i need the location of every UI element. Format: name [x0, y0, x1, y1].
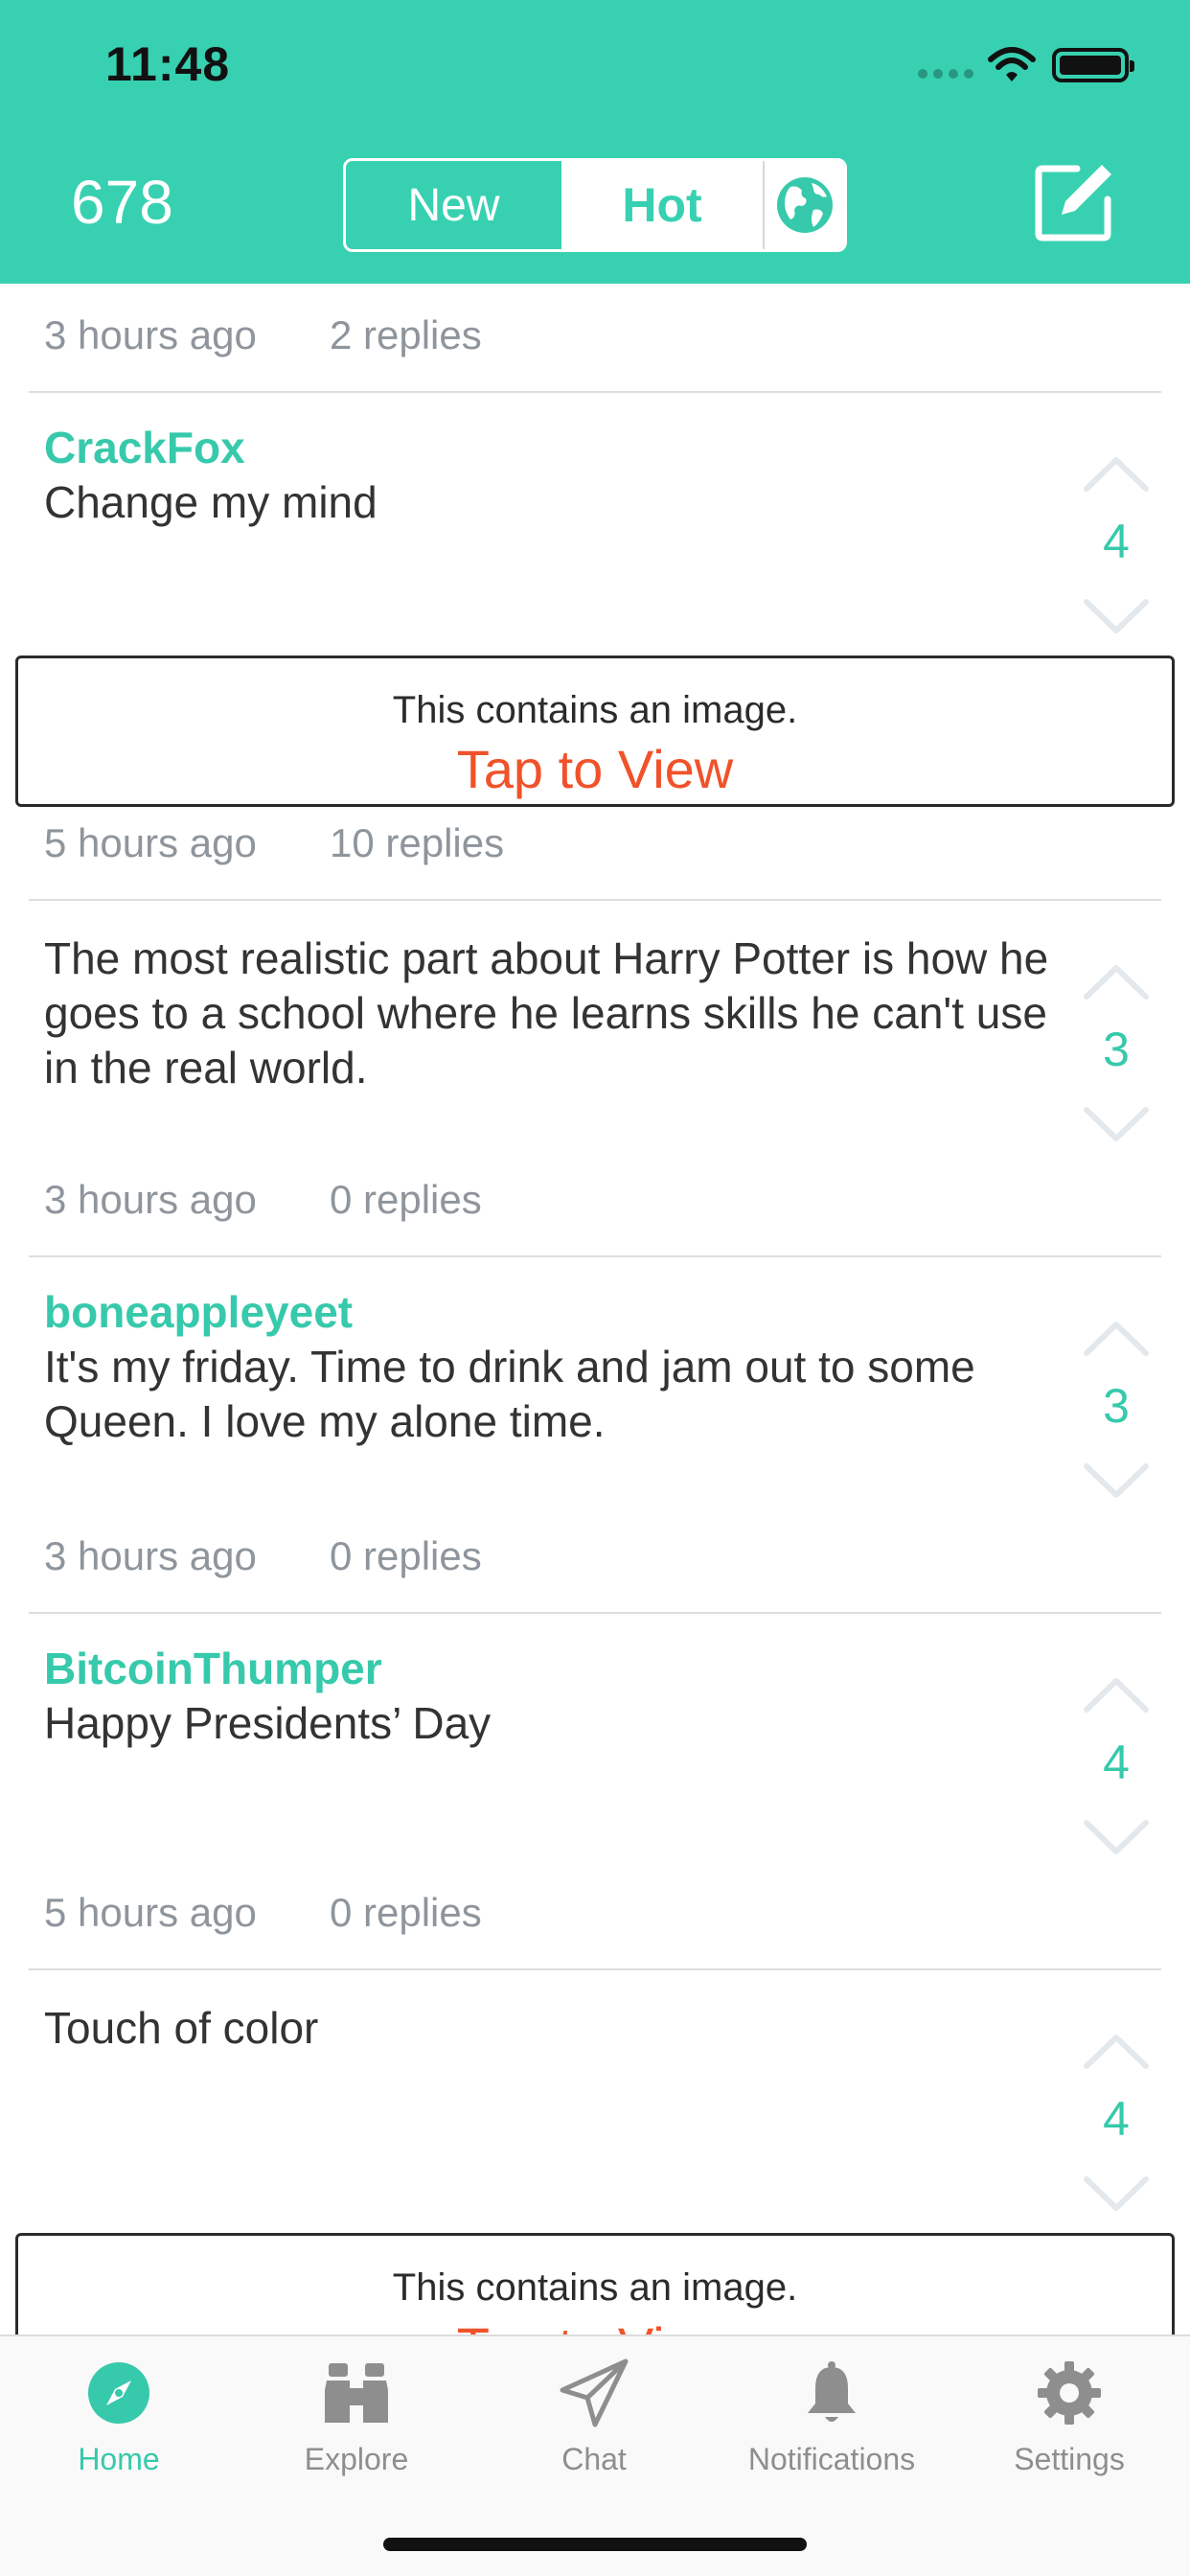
karma-score: 678: [71, 168, 173, 237]
cellular-signal-icon: [918, 69, 973, 79]
divider: [29, 1612, 1161, 1614]
globe-button[interactable]: [763, 161, 844, 249]
tab-new[interactable]: New: [346, 161, 561, 249]
divider: [29, 1255, 1161, 1257]
vote-count: 3: [1103, 1023, 1130, 1076]
binoculars-icon: [325, 2363, 388, 2423]
tab-label: Settings: [1014, 2442, 1125, 2476]
vote-control: 3: [1073, 962, 1159, 1144]
post-replies[interactable]: 2 replies: [330, 312, 482, 357]
gear-icon: [1038, 2361, 1101, 2425]
post-time: 3 hours ago: [44, 312, 257, 357]
post-meta: 5 hours ago 0 replies: [44, 1890, 482, 1936]
tab-label: Notifications: [747, 2442, 916, 2476]
downvote-icon[interactable]: [1083, 1106, 1150, 1144]
divider: [29, 391, 1161, 393]
post-text: Touch of color: [44, 2003, 319, 2053]
post-meta: 3 hours ago 2 replies: [44, 312, 482, 358]
vote-count: 3: [1103, 1379, 1130, 1433]
tab-label: Explore: [304, 2442, 409, 2476]
battery-icon: [1052, 48, 1134, 82]
paper-plane-icon: [560, 2358, 629, 2427]
tap-to-view-button[interactable]: Tap to View: [18, 2315, 1172, 2334]
post-meta: 3 hours ago 0 replies: [44, 1177, 482, 1223]
upvote-icon[interactable]: [1083, 454, 1150, 493]
downvote-icon[interactable]: [1083, 1462, 1150, 1501]
image-placeholder[interactable]: This contains an image. Tap to View: [15, 2233, 1175, 2334]
vote-count: 4: [1103, 515, 1130, 568]
compass-icon: [88, 2362, 149, 2424]
tab-hot[interactable]: Hot: [561, 161, 763, 249]
tab-label: Chat: [561, 2442, 627, 2476]
post-text: Happy Presidents’ Day: [44, 1698, 492, 1748]
post-time: 3 hours ago: [44, 1533, 257, 1578]
upvote-icon[interactable]: [1083, 2032, 1150, 2070]
post-author[interactable]: BitcoinThumper: [44, 1643, 382, 1694]
image-placeholder[interactable]: This contains an image. Tap to View: [15, 656, 1175, 807]
status-bar-time: 11:48: [105, 37, 231, 91]
downvote-icon[interactable]: [1083, 2175, 1150, 2214]
upvote-icon[interactable]: [1083, 1319, 1150, 1357]
post-text: The most realistic part about Harry Pott…: [44, 933, 1049, 1092]
image-notice: This contains an image.: [392, 689, 798, 731]
tab-settings[interactable]: Settings: [950, 2356, 1188, 2477]
vote-count: 4: [1103, 1736, 1130, 1789]
post-time: 5 hours ago: [44, 820, 257, 865]
tab-label: Home: [78, 2442, 160, 2476]
globe-icon: [776, 177, 833, 233]
downvote-icon[interactable]: [1083, 1819, 1150, 1857]
vote-control: 4: [1073, 454, 1159, 636]
feed-segmented-control: New Hot: [343, 158, 847, 252]
app-header: 11:48 678 New Hot: [0, 0, 1190, 284]
tab-home[interactable]: Home: [0, 2356, 238, 2477]
post-text: Change my mind: [44, 477, 378, 527]
tab-notifications[interactable]: Notifications: [713, 2356, 950, 2477]
post-time: 5 hours ago: [44, 1890, 257, 1935]
post-text: It's my friday. Time to drink and jam ou…: [44, 1342, 975, 1446]
post-replies[interactable]: 0 replies: [330, 1177, 482, 1222]
vote-control: 4: [1073, 2032, 1159, 2214]
post-replies[interactable]: 0 replies: [330, 1890, 482, 1935]
post-replies[interactable]: 0 replies: [330, 1533, 482, 1578]
vote-control: 4: [1073, 1675, 1159, 1857]
wifi-icon: [988, 47, 1036, 81]
home-indicator[interactable]: [383, 2538, 807, 2551]
post-feed[interactable]: 3 hours ago 2 replies CrackFox Change my …: [0, 284, 1190, 2334]
post-meta: 3 hours ago 0 replies: [44, 1533, 482, 1579]
image-notice: This contains an image.: [392, 2266, 798, 2309]
post-time: 3 hours ago: [44, 1177, 257, 1222]
divider: [29, 899, 1161, 901]
tap-to-view-button[interactable]: Tap to View: [18, 738, 1172, 800]
post-author[interactable]: CrackFox: [44, 422, 245, 473]
downvote-icon[interactable]: [1083, 598, 1150, 636]
upvote-icon[interactable]: [1083, 1675, 1150, 1714]
divider: [29, 1968, 1161, 1970]
upvote-icon[interactable]: [1083, 962, 1150, 1000]
post-replies[interactable]: 10 replies: [330, 820, 504, 865]
compose-icon[interactable]: [1033, 161, 1115, 243]
bell-icon: [808, 2361, 856, 2422]
post-author[interactable]: boneappleyeet: [44, 1286, 353, 1338]
tab-chat[interactable]: Chat: [475, 2356, 713, 2477]
vote-count: 4: [1103, 2092, 1130, 2146]
tab-explore[interactable]: Explore: [238, 2356, 475, 2477]
post-meta: 5 hours ago 10 replies: [44, 820, 504, 866]
vote-control: 3: [1073, 1319, 1159, 1501]
